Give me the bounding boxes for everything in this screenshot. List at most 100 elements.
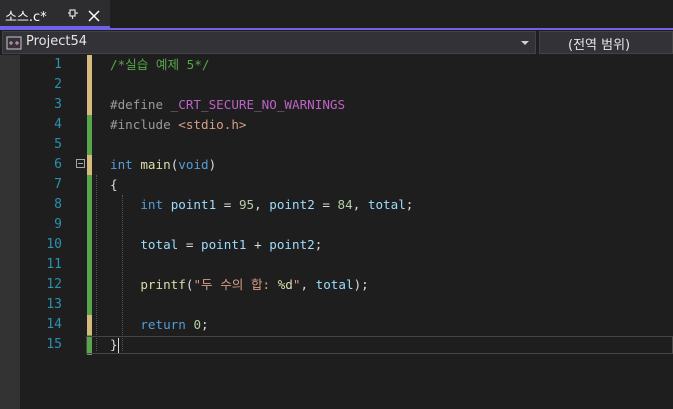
line-number: 8 <box>54 197 62 212</box>
code-token: main <box>140 157 171 172</box>
navigation-bar: Project54 (전역 범위) <box>0 30 673 55</box>
change-tracking-mark <box>87 315 92 335</box>
code-token: ) <box>208 157 217 172</box>
close-icon[interactable] <box>88 7 100 22</box>
change-tracking-mark <box>87 55 92 75</box>
change-tracking-mark <box>87 275 92 295</box>
code-line[interactable]: 13 <box>20 295 673 315</box>
code-line[interactable]: 5 <box>20 135 673 155</box>
project-icon <box>6 35 22 50</box>
code-token: { <box>110 177 118 192</box>
code-text: #define _CRT_SECURE_NO_WARNINGS <box>110 95 345 115</box>
scope-dropdown[interactable]: (전역 범위) <box>539 31 673 54</box>
code-line[interactable]: 8 int point1 = 95, point2 = 84, total; <box>20 195 673 215</box>
line-number: 6 <box>54 157 62 172</box>
indent-guide <box>122 195 124 351</box>
change-tracking-mark <box>87 135 92 155</box>
line-number: 9 <box>54 217 62 232</box>
code-line[interactable]: 9 <box>20 215 673 235</box>
code-token: 95 <box>238 197 255 212</box>
block-guide <box>96 175 98 351</box>
project-label: Project54 <box>26 34 88 49</box>
project-dropdown[interactable]: Project54 <box>2 31 536 54</box>
code-text: int main(void) <box>110 155 216 175</box>
code-token: ; <box>314 237 323 252</box>
line-number: 12 <box>46 277 62 292</box>
code-text: return 0; <box>110 315 208 335</box>
code-token: , <box>300 277 316 292</box>
code-token: printf <box>140 277 186 292</box>
document-tab-strip: 소스.c* <box>0 0 673 28</box>
change-tracking-mark <box>87 95 92 115</box>
text-caret <box>118 338 119 353</box>
code-line[interactable]: 11 <box>20 255 673 275</box>
change-tracking-mark <box>87 195 92 215</box>
code-token: 84 <box>337 197 353 212</box>
code-line[interactable]: 14 return 0; <box>20 315 673 335</box>
change-tracking-mark <box>87 75 92 95</box>
code-token: %d <box>277 277 293 292</box>
code-line[interactable]: 2 <box>20 75 673 95</box>
code-token: #define <box>110 97 171 112</box>
code-line[interactable]: 7{ <box>20 175 673 195</box>
code-token: point2 <box>269 237 315 252</box>
code-token: int <box>140 197 164 212</box>
code-line[interactable]: 10 total = point1 + point2; <box>20 235 673 255</box>
code-token: int <box>110 157 133 172</box>
change-tracking-mark <box>87 175 92 195</box>
change-tracking-mark <box>87 235 92 255</box>
code-token: total <box>315 277 354 292</box>
code-token: point1 <box>170 197 217 212</box>
code-token: , <box>352 197 368 212</box>
scope-label: (전역 범위) <box>568 38 631 53</box>
line-number: 13 <box>46 297 62 312</box>
code-line[interactable]: 6 int main(void) <box>20 155 673 175</box>
code-token: return <box>140 317 186 332</box>
line-number: 7 <box>54 177 62 192</box>
code-token: void <box>178 157 209 172</box>
code-token: <stdio.h> <box>178 117 247 132</box>
code-token: "두 수의 합: <box>193 277 278 292</box>
collapse-icon[interactable] <box>76 159 85 168</box>
pin-icon[interactable] <box>66 6 80 20</box>
line-number: 14 <box>46 317 62 332</box>
code-editor[interactable]: 1 /*실습 예제 5*/ 2 3 #define _CRT_SECURE_NO_WAR… <box>0 55 673 409</box>
current-line-highlight <box>86 336 673 354</box>
code-token: ); <box>353 277 369 292</box>
line-number: 10 <box>46 237 62 252</box>
code-line[interactable]: 3 #define _CRT_SECURE_NO_WARNINGS <box>20 95 673 115</box>
line-number: 5 <box>54 137 62 152</box>
code-text: total = point1 + point2; <box>110 235 322 255</box>
code-token: total <box>140 237 179 252</box>
code-token: total <box>367 197 406 212</box>
code-text: /*실습 예제 5*/ <box>110 55 209 75</box>
code-text: printf("두 수의 합: %d", total); <box>110 275 369 295</box>
change-tracking-mark <box>87 255 92 275</box>
code-token: = <box>178 237 202 252</box>
code-text: { <box>110 175 118 195</box>
line-number: 3 <box>54 97 62 112</box>
code-token: = <box>216 197 239 212</box>
change-tracking-mark <box>87 155 92 175</box>
code-token: ; <box>405 197 414 212</box>
code-line[interactable]: 12 printf("두 수의 합: %d", total); <box>20 275 673 295</box>
document-tab[interactable]: 소스.c* <box>0 0 110 28</box>
line-number: 1 <box>54 57 62 72</box>
code-token: + <box>246 237 270 252</box>
code-token: point2 <box>269 197 315 212</box>
line-number: 15 <box>46 337 62 352</box>
code-line[interactable]: 4 #include <stdio.h> <box>20 115 673 135</box>
code-text: int point1 = 95, point2 = 84, total; <box>110 195 413 215</box>
change-tracking-mark <box>87 115 92 135</box>
code-token: _CRT_SECURE_NO_WARNINGS <box>170 97 346 112</box>
code-line[interactable]: 1 /*실습 예제 5*/ <box>20 55 673 75</box>
chevron-down-icon <box>521 41 529 45</box>
code-token: 0 <box>193 317 202 332</box>
change-tracking-mark <box>87 295 92 315</box>
code-token: #include <box>110 117 179 132</box>
code-token: , <box>254 197 270 212</box>
